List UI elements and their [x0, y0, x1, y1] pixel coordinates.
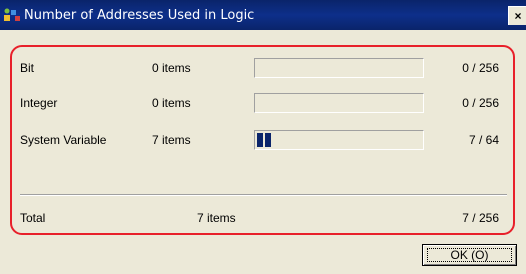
title-bar[interactable]: Number of Addresses Used in Logic ×: [0, 0, 526, 30]
row-items: 0 items: [152, 96, 191, 110]
total-count: 7 / 256: [462, 211, 499, 225]
row-count: 7 / 64: [468, 133, 499, 147]
progress-fill: [257, 133, 273, 147]
row-integer: Integer 0 items 0 / 256: [12, 90, 517, 118]
row-label: System Variable: [20, 133, 107, 147]
total-label: Total: [20, 211, 46, 225]
row-items: 7 items: [152, 133, 191, 147]
ok-button-label: OK (O): [450, 248, 489, 262]
progress-bar-bit: [254, 58, 424, 78]
divider: [20, 194, 507, 196]
total-items: 7 items: [197, 211, 236, 225]
row-label: Bit: [20, 61, 35, 75]
row-bit: Bit 0 items 0 / 256: [12, 55, 517, 83]
progress-bar-integer: [254, 93, 424, 113]
progress-bar-system-variable: [254, 130, 424, 150]
window-title: Number of Addresses Used in Logic: [24, 8, 255, 23]
row-count: 0 / 256: [462, 61, 499, 75]
close-button[interactable]: ×: [508, 6, 526, 25]
addresses-app-icon: [4, 8, 20, 21]
dialog-window: Number of Addresses Used in Logic × Bit …: [0, 0, 526, 274]
row-count: 0 / 256: [462, 96, 499, 110]
close-icon: ×: [514, 9, 522, 23]
row-items: 0 items: [152, 61, 191, 75]
row-total: Total 7 items 7 / 256: [12, 205, 517, 233]
address-usage-panel: Bit 0 items 0 / 256 Integer 0 items 0 / …: [10, 45, 515, 235]
progress-segment: [265, 133, 271, 147]
row-system-variable: System Variable 7 items 7 / 64: [12, 127, 517, 155]
progress-segment: [257, 133, 263, 147]
row-label: Integer: [20, 96, 58, 110]
ok-button[interactable]: OK (O): [422, 244, 517, 266]
